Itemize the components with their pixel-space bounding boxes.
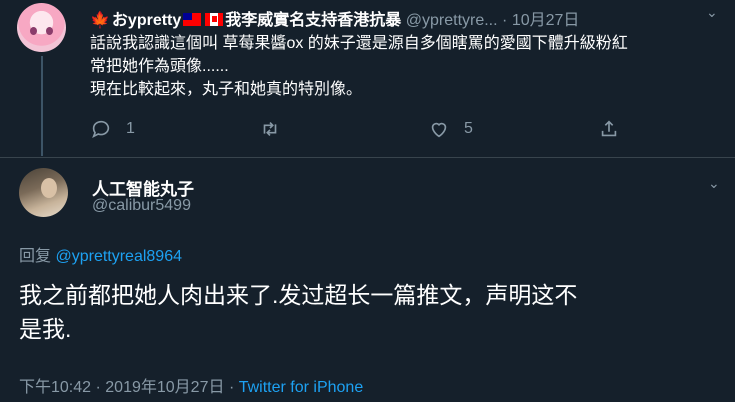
avatar[interactable] <box>19 168 68 217</box>
avatar-eye-right <box>46 27 53 35</box>
tweet-date[interactable]: 10月27日 <box>512 12 580 29</box>
retweet-icon <box>263 121 277 137</box>
maple-leaf-icon: 🍁 <box>90 12 110 29</box>
tweet-date[interactable]: 2019年10月27日 <box>105 379 224 396</box>
display-name-suffix[interactable]: 我李威實名支持香港抗暴 <box>225 12 401 29</box>
separator-dot: · <box>228 379 235 396</box>
user-handle[interactable]: @calibur5499 <box>92 197 191 215</box>
tweet-header: 🍁 おypretty 我李威實名支持香港抗暴 @yprettyre... · 10月… <box>90 6 579 30</box>
display-name[interactable]: おypretty <box>112 12 181 29</box>
canada-flag-icon <box>205 13 224 26</box>
tweet-source-link[interactable]: Twitter for iPhone <box>239 379 364 396</box>
chevron-down-icon[interactable]: ⌄ <box>708 175 720 192</box>
tweet-text-line: 常把她作為頭像...... <box>90 58 229 75</box>
tweet-text: 我之前都把她人肉出来了.发过超长一篇推文，声明这不 是我. <box>19 278 719 346</box>
tweet-text-line: 是我. <box>19 316 72 342</box>
mention-link[interactable]: @yprettyreal8964 <box>55 248 182 265</box>
heart-icon <box>431 122 447 138</box>
tweet-time[interactable]: 下午10:42 <box>19 379 91 396</box>
retweet-button[interactable] <box>259 118 281 140</box>
thread-connector-line <box>41 56 43 156</box>
reply-icon <box>92 120 110 139</box>
tweet-actions: 1 5 <box>90 118 730 142</box>
reply-count: 1 <box>126 120 135 137</box>
separator-dot: · <box>95 379 101 396</box>
reply-button[interactable]: 1 <box>90 118 135 140</box>
tweet-text: 話說我認識這個叫 草莓果醬ox 的妹子還是源自多個瞎罵的愛國下體升級粉紅 常把她… <box>90 32 710 101</box>
share-button[interactable] <box>598 118 620 140</box>
share-icon <box>601 120 617 137</box>
avatar-eye-left <box>30 27 37 35</box>
chevron-down-icon[interactable]: ⌄ <box>706 4 718 21</box>
taiwan-flag-icon <box>183 13 202 26</box>
separator-dot: · <box>502 12 508 29</box>
tweet-text-line: 話說我認識這個叫 草莓果醬ox 的妹子還是源自多個瞎罵的愛國下體升級粉紅 <box>90 35 628 52</box>
avatar[interactable] <box>17 3 66 52</box>
like-button[interactable]: 5 <box>428 118 473 140</box>
parent-tweet[interactable]: 🍁 おypretty 我李威實名支持香港抗暴 @yprettyre... · 10月… <box>0 0 735 157</box>
user-handle[interactable]: @yprettyre... <box>406 12 498 29</box>
tweet-text-line: 我之前都把她人肉出来了.发过超长一篇推文，声明这不 <box>19 282 578 308</box>
replying-to: 回复 @yprettyreal8964 <box>19 242 182 266</box>
tweet-metadata: 下午10:42 · 2019年10月27日 · Twitter for iPho… <box>19 373 363 397</box>
tweet-text-line: 現在比較起來，丸子和她真的特別像。 <box>90 81 363 98</box>
like-count: 5 <box>464 120 473 137</box>
replying-label: 回复 <box>19 248 52 265</box>
